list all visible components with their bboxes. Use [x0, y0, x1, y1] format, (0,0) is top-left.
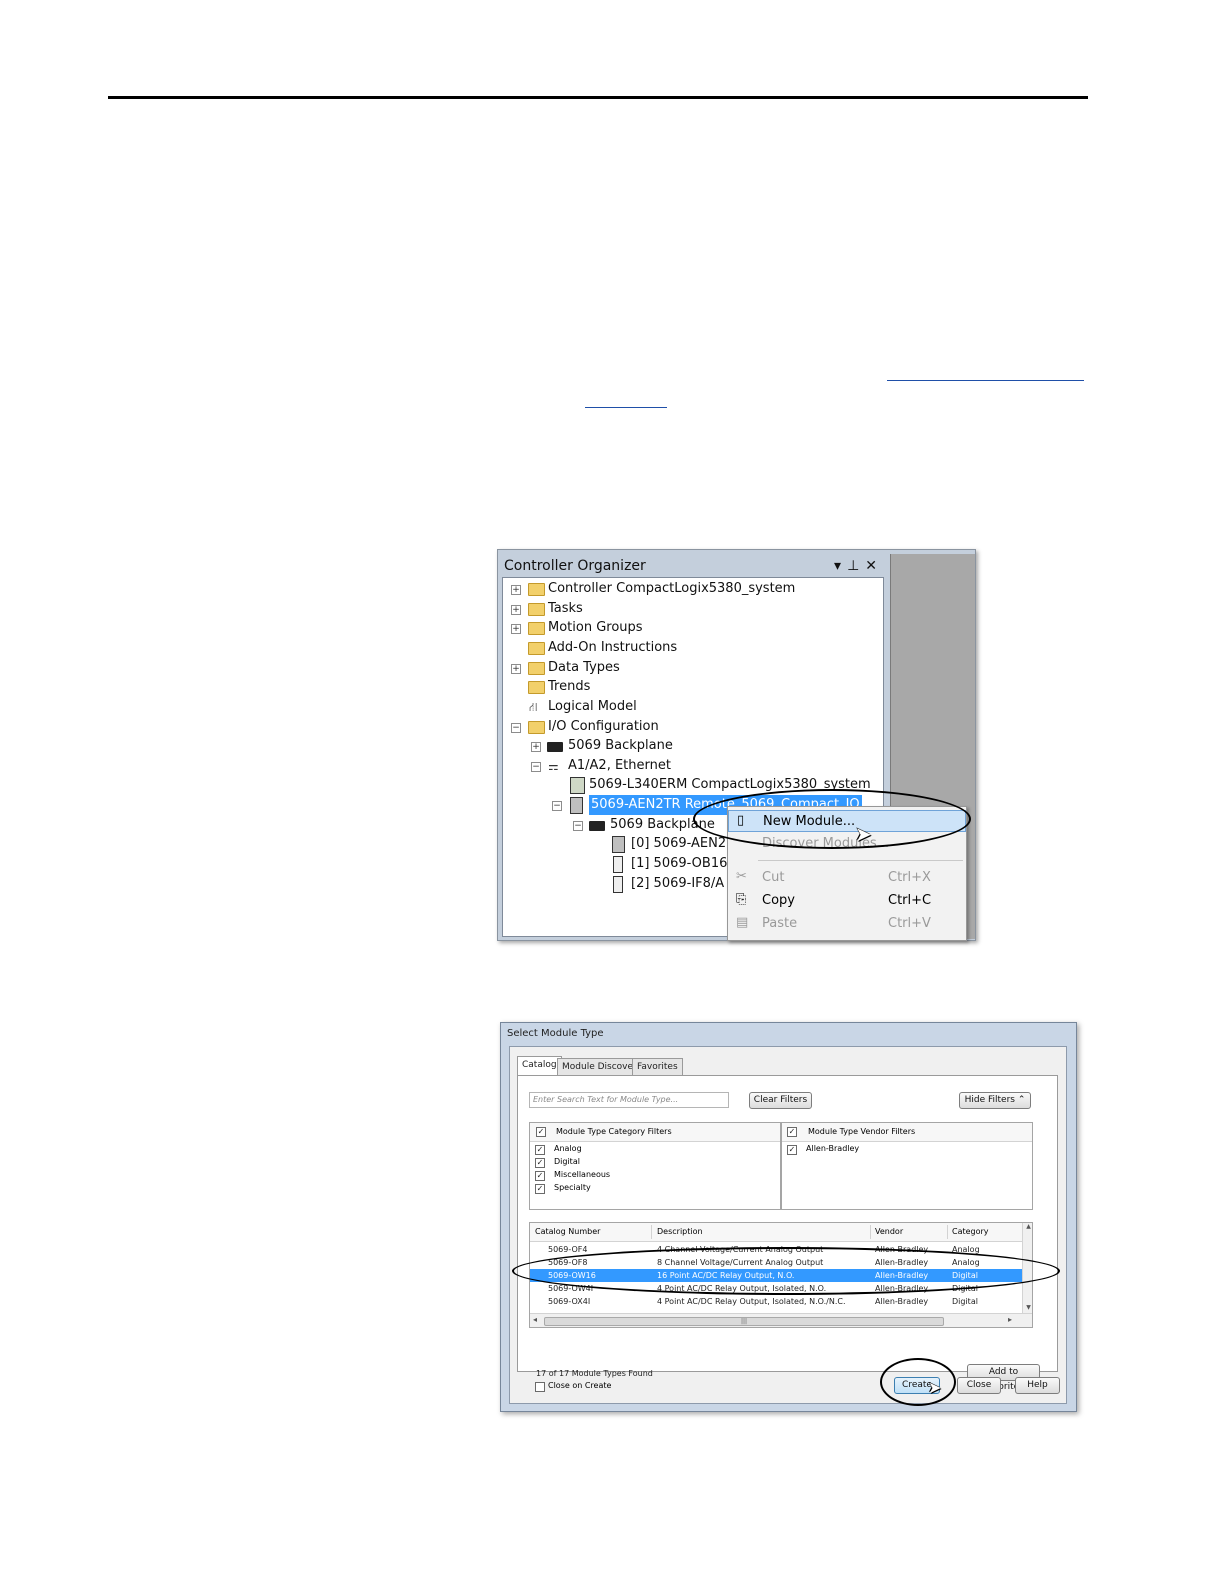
collapse-icon[interactable]: − [531, 762, 541, 772]
callout-ellipse [693, 789, 971, 849]
callout-ellipse [880, 1358, 956, 1406]
expand-icon[interactable]: + [511, 664, 521, 674]
checkbox-analog[interactable]: ✓ [535, 1145, 545, 1155]
callout-ellipse [512, 1247, 1060, 1295]
folder-icon [528, 642, 545, 655]
clear-filters-button[interactable]: Clear Filters [749, 1092, 812, 1109]
expand-icon[interactable]: + [511, 605, 521, 615]
help-button[interactable]: Help [1015, 1377, 1060, 1394]
module-icon [613, 856, 623, 873]
folder-open-icon [528, 721, 545, 734]
hyperlink-underline[interactable] [585, 407, 667, 408]
menu-item-paste[interactable]: ▤ Paste Ctrl+V [728, 913, 966, 935]
scroll-right-icon[interactable]: ▸ [1008, 1315, 1012, 1324]
logical-model-icon: ⛙ [529, 700, 538, 714]
category-filters: ✓ Module Type Category Filters ✓ Analog … [529, 1122, 781, 1210]
folder-icon [528, 622, 545, 635]
hide-filters-button[interactable]: Hide Filters ⌃ [959, 1092, 1031, 1109]
menu-item-copy[interactable]: ⎘ Copy Ctrl+C [728, 890, 966, 912]
select-module-type-dialog: Select Module Type Catalog Module Discov… [500, 1022, 1077, 1412]
tab-favorites[interactable]: Favorites [632, 1058, 683, 1075]
found-count: 17 of 17 Module Types Found [536, 1369, 653, 1378]
checkbox-specialty[interactable]: ✓ [535, 1184, 545, 1194]
checkbox-all-vendors[interactable]: ✓ [787, 1127, 797, 1137]
folder-icon [528, 583, 545, 596]
collapse-icon[interactable]: − [511, 723, 521, 733]
dialog-title: Select Module Type [507, 1028, 604, 1039]
search-input[interactable]: Enter Search Text for Module Type... [529, 1092, 729, 1108]
horizontal-scrollbar[interactable]: ◂ ||| ▸ [530, 1313, 1032, 1327]
collapse-icon[interactable]: − [552, 801, 562, 811]
mouse-cursor-icon: ➤ [928, 1380, 942, 1397]
close-icon[interactable]: ✕ [865, 558, 883, 574]
close-on-create-checkbox[interactable] [535, 1382, 545, 1392]
hyperlink-underline[interactable] [887, 380, 1084, 381]
module-icon [613, 876, 623, 893]
menu-item-cut[interactable]: ✂ Cut Ctrl+X [728, 867, 966, 889]
menu-separator [758, 860, 963, 861]
pin-icon[interactable]: ⊥ [847, 558, 865, 574]
checkbox-digital[interactable]: ✓ [535, 1158, 545, 1168]
backplane-icon [589, 821, 605, 831]
adapter-icon [570, 797, 583, 814]
expand-icon[interactable]: + [531, 742, 541, 752]
expand-icon[interactable]: + [511, 624, 521, 634]
scissors-icon: ✂ [736, 869, 747, 884]
dropdown-icon[interactable]: ▾ [834, 558, 847, 574]
network-icon: ⚎ [548, 759, 559, 773]
checkbox-miscellaneous[interactable]: ✓ [535, 1171, 545, 1181]
scroll-up-icon[interactable]: ▲ [1023, 1223, 1032, 1230]
header-rule [108, 96, 1088, 99]
collapse-icon[interactable]: − [573, 821, 583, 831]
folder-icon [528, 662, 545, 675]
backplane-icon [547, 742, 563, 752]
dialog-body: Catalog Module Discovery Favorites Enter… [509, 1046, 1067, 1404]
scrollbar-thumb[interactable]: ||| [544, 1317, 944, 1326]
controller-icon [570, 777, 585, 794]
table-row[interactable]: 5069-OX4I 4 Point AC/DC Relay Output, Is… [530, 1295, 1022, 1308]
paste-icon: ▤ [736, 915, 749, 930]
copy-icon: ⎘ [736, 892, 747, 907]
organizer-title-bar: Controller Organizer ▾⊥✕ [498, 554, 889, 578]
close-button[interactable]: Close [957, 1377, 1001, 1394]
checkbox-allen-bradley[interactable]: ✓ [787, 1145, 797, 1155]
mouse-cursor-icon: ➤ [855, 824, 872, 846]
scroll-down-icon[interactable]: ▼ [1023, 1304, 1032, 1311]
folder-icon [528, 603, 545, 616]
organizer-title: Controller Organizer [504, 558, 646, 574]
vendor-filters: ✓ Module Type Vendor Filters ✓ Allen-Bra… [781, 1122, 1033, 1210]
scroll-left-icon[interactable]: ◂ [533, 1315, 537, 1324]
folder-icon [528, 681, 545, 694]
checkbox-all-categories[interactable]: ✓ [536, 1127, 546, 1137]
adapter-icon [612, 836, 625, 853]
list-header: Catalog Number Description Vendor Catego… [530, 1223, 1022, 1242]
close-on-create-label: Close on Create [548, 1381, 612, 1390]
expand-icon[interactable]: + [511, 585, 521, 595]
chevron-up-icon: ⌃ [1017, 1095, 1026, 1105]
tab-catalog[interactable]: Catalog [517, 1056, 562, 1075]
